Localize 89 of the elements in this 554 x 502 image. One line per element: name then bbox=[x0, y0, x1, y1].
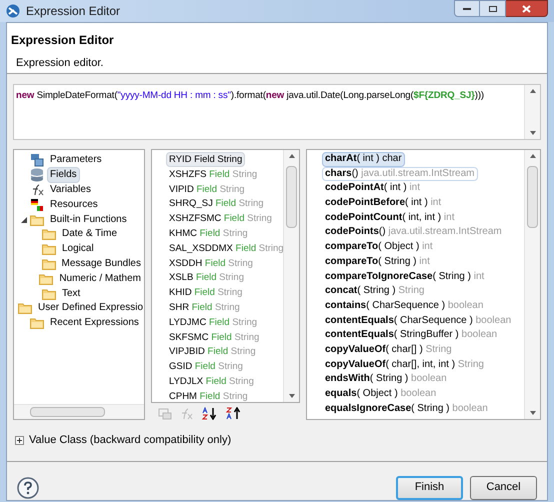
field-item[interactable]: VIPJBID Field String bbox=[166, 344, 259, 360]
folder-icon bbox=[42, 258, 56, 270]
method-item[interactable]: concat( String ) String bbox=[322, 284, 428, 299]
method-item[interactable]: copyValueOf( char[], int, int ) String bbox=[322, 358, 487, 372]
tree-item[interactable]: Parameters bbox=[47, 152, 105, 168]
scroll-down-icon[interactable] bbox=[289, 394, 295, 398]
expression-field[interactable]: new SimpleDateFormat("yyyy-MM-dd HH : mm : ss").format(new java.util.Date(Long.parseLong($F{ZDRQ_SJ}))) bbox=[13, 84, 541, 140]
field-item[interactable]: XSLB Field String bbox=[166, 270, 247, 286]
dialog-button[interactable]: Finish bbox=[396, 476, 463, 500]
method-item[interactable]: equalsIgnoreCase( String ) boolean bbox=[322, 402, 491, 416]
scroll-down-icon[interactable] bbox=[530, 411, 536, 415]
function-icon bbox=[30, 182, 44, 197]
field-item[interactable]: RYID Field String bbox=[166, 152, 246, 167]
tree-item[interactable]: Message Bundles bbox=[58, 256, 144, 272]
field-item[interactable]: LYDJMC Field String bbox=[166, 314, 260, 330]
scroll-up-icon[interactable] bbox=[289, 154, 295, 158]
tree-item[interactable]: Date & Time bbox=[59, 226, 120, 242]
method-item[interactable]: compareTo( String ) int bbox=[322, 254, 433, 270]
method-item[interactable]: chars() java.util.stream.IntStream bbox=[322, 166, 478, 182]
method-item[interactable]: copyValueOf( char[] ) String bbox=[322, 342, 455, 358]
field-item[interactable]: GSID Field String bbox=[166, 359, 246, 374]
flags-icon bbox=[30, 198, 44, 212]
method-item[interactable]: codePointBefore( int ) int bbox=[322, 196, 444, 211]
field-item[interactable]: XSHZFS Field String bbox=[166, 166, 260, 182]
field-item[interactable]: SHRQ_SJ Field String bbox=[166, 196, 267, 212]
sort-ascending-icon[interactable] bbox=[202, 407, 218, 420]
folder-icon bbox=[42, 228, 56, 240]
vertical-scrollbar[interactable] bbox=[283, 150, 299, 402]
scrollbar-thumb[interactable] bbox=[527, 166, 538, 228]
folder-icon bbox=[30, 214, 44, 226]
tree-item[interactable]: Resources bbox=[47, 196, 101, 213]
tree-item[interactable]: Numeric / Mathem bbox=[56, 270, 144, 287]
tree-item[interactable]: Text bbox=[59, 286, 84, 302]
scrollbar-thumb[interactable] bbox=[30, 407, 105, 417]
scrollbar-thumb[interactable] bbox=[286, 166, 297, 228]
window-title: Expression Editor bbox=[26, 3, 120, 20]
page-title: Expression Editor bbox=[11, 32, 115, 49]
tree-item[interactable]: Built-in Functions bbox=[47, 212, 130, 228]
field-item[interactable]: XSDDH Field String bbox=[166, 256, 256, 270]
scroll-down-icon[interactable] bbox=[530, 131, 536, 135]
vertical-scrollbar[interactable] bbox=[524, 150, 540, 419]
close-icon bbox=[522, 4, 531, 12]
folder-icon bbox=[30, 317, 44, 330]
database-icon bbox=[30, 168, 44, 182]
folder-icon bbox=[18, 302, 32, 314]
method-item[interactable]: charAt( int ) char bbox=[322, 152, 405, 167]
maximize-button[interactable] bbox=[480, 0, 506, 17]
page-description: Expression editor. bbox=[16, 56, 104, 71]
close-button[interactable] bbox=[506, 0, 548, 17]
folder-icon bbox=[42, 243, 56, 256]
method-item[interactable]: contentEquals( StringBuffer ) boolean bbox=[322, 328, 500, 343]
tree-item[interactable]: Variables bbox=[47, 182, 94, 198]
method-item[interactable]: contains( CharSequence ) boolean bbox=[322, 298, 486, 314]
folder-icon bbox=[42, 288, 56, 300]
horizontal-scrollbar[interactable] bbox=[14, 404, 144, 419]
field-item[interactable]: CPHM Field String bbox=[166, 388, 251, 402]
parameters-icon bbox=[30, 153, 44, 168]
value-class-label: Value Class (backward compatibility only) bbox=[29, 433, 232, 448]
method-item[interactable]: endsWith( String ) boolean bbox=[322, 372, 450, 387]
field-item[interactable]: XSHZFSMC Field String bbox=[166, 211, 275, 226]
sort-descending-icon[interactable] bbox=[226, 407, 242, 420]
method-item[interactable]: compareToIgnoreCase( String ) int bbox=[322, 270, 488, 284]
folder-icon bbox=[39, 272, 54, 285]
scroll-up-icon[interactable] bbox=[530, 154, 536, 158]
collapse-arrow-icon[interactable] bbox=[21, 216, 27, 223]
method-item[interactable]: equals( Object ) boolean bbox=[322, 387, 440, 402]
expand-toggle[interactable] bbox=[15, 436, 24, 445]
tree-item[interactable]: Recent Expressions bbox=[47, 315, 142, 332]
method-item[interactable]: contentEquals( CharSequence ) boolean bbox=[322, 314, 514, 328]
tree-item[interactable]: User Defined Expressio bbox=[35, 300, 144, 316]
help-icon[interactable] bbox=[17, 476, 39, 498]
field-item[interactable]: VIPID Field String bbox=[166, 182, 248, 196]
field-item[interactable]: LYDJLX Field String bbox=[166, 374, 257, 389]
minimize-button[interactable] bbox=[454, 0, 480, 17]
scroll-up-icon[interactable] bbox=[530, 89, 536, 93]
field-item[interactable]: KHMC Field String bbox=[166, 226, 251, 241]
method-item[interactable]: codePoints() java.util.stream.IntStream bbox=[322, 225, 505, 240]
tree-item[interactable]: Logical bbox=[59, 241, 97, 258]
app-logo-icon bbox=[6, 4, 20, 18]
tree-item[interactable]: Fields bbox=[47, 167, 80, 184]
vertical-scrollbar[interactable] bbox=[524, 85, 540, 139]
field-item[interactable]: SAL_XSDDMX Field String bbox=[166, 240, 283, 256]
field-item[interactable]: SHR Field String bbox=[166, 300, 243, 315]
dialog-button[interactable]: Cancel bbox=[470, 476, 537, 500]
method-item[interactable]: codePointAt( int ) int bbox=[322, 181, 424, 196]
field-item[interactable]: KHID Field String bbox=[166, 285, 246, 300]
method-item[interactable]: compareTo( Object ) int bbox=[322, 240, 436, 255]
field-item[interactable]: SKFSMC Field String bbox=[166, 330, 262, 344]
method-item[interactable]: codePointCount( int, int ) int bbox=[322, 210, 458, 226]
